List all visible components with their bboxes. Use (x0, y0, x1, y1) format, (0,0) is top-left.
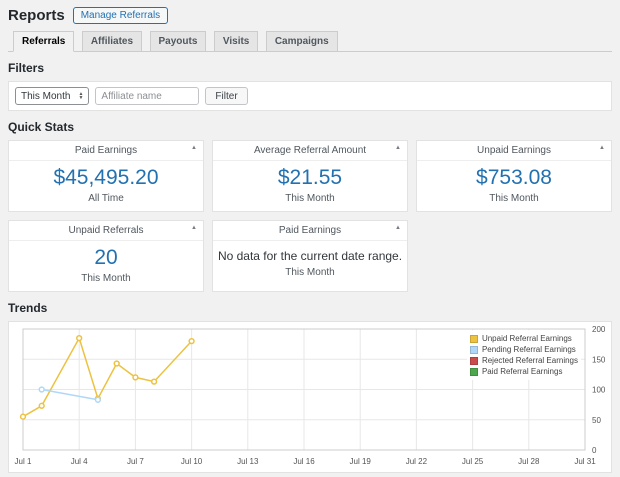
tab-referrals[interactable]: Referrals (13, 31, 74, 52)
svg-text:Jul 28: Jul 28 (518, 457, 540, 466)
stat-card-title: Unpaid Earnings (477, 145, 551, 156)
page-title: Reports (8, 7, 65, 24)
svg-text:Jul 16: Jul 16 (293, 457, 315, 466)
legend-item-rejected: Rejected Referral Earnings (470, 356, 578, 365)
svg-text:Jul 19: Jul 19 (350, 457, 372, 466)
report-tabs: Referrals Affiliates Payouts Visits Camp… (8, 31, 612, 52)
legend-swatch-rejected-icon (470, 357, 478, 365)
svg-text:200: 200 (592, 325, 606, 334)
tab-visits[interactable]: Visits (214, 31, 259, 52)
stat-card-title: Average Referral Amount (254, 145, 366, 156)
stat-card-title: Unpaid Referrals (68, 225, 143, 236)
stat-value: $45,495.20 (13, 166, 199, 190)
collapse-toggle-icon[interactable]: ▲ (191, 145, 197, 151)
collapse-toggle-icon[interactable]: ▲ (395, 145, 401, 151)
svg-text:Jul 13: Jul 13 (237, 457, 259, 466)
svg-text:Jul 25: Jul 25 (462, 457, 484, 466)
tab-campaigns[interactable]: Campaigns (266, 31, 338, 52)
legend-item-pending: Pending Referral Earnings (470, 345, 578, 354)
svg-text:50: 50 (592, 416, 601, 425)
stat-period: All Time (13, 193, 199, 204)
collapse-toggle-icon[interactable]: ▲ (395, 225, 401, 231)
legend-label: Unpaid Referral Earnings (482, 334, 572, 343)
quick-stats-row-2: Unpaid Referrals ▲ 20 This Month Paid Ea… (8, 220, 612, 292)
svg-text:Jul 1: Jul 1 (15, 457, 32, 466)
svg-text:Jul 31: Jul 31 (574, 457, 596, 466)
quick-stats-heading: Quick Stats (8, 120, 612, 134)
stat-value: $753.08 (421, 166, 607, 190)
filters-panel: This Month ▲▼ Filter (8, 81, 612, 111)
legend-swatch-paid-icon (470, 368, 478, 376)
collapse-toggle-icon[interactable]: ▲ (599, 145, 605, 151)
page-header: Reports Manage Referrals (8, 5, 612, 31)
filters-heading: Filters (8, 61, 612, 75)
stat-card-title: Paid Earnings (75, 145, 137, 156)
legend-label: Pending Referral Earnings (482, 345, 576, 354)
stat-card-paid-earnings-all-time: Paid Earnings ▲ $45,495.20 All Time (8, 140, 204, 212)
chart-legend: Unpaid Referral Earnings Pending Referra… (467, 330, 581, 380)
stat-period: This Month (217, 267, 403, 278)
quick-stats-row-1: Paid Earnings ▲ $45,495.20 All Time Aver… (8, 140, 612, 212)
filter-button[interactable]: Filter (205, 87, 247, 105)
tab-payouts[interactable]: Payouts (150, 31, 207, 52)
legend-swatch-pending-icon (470, 346, 478, 354)
stat-no-data-message: No data for the current date range. (217, 246, 403, 264)
collapse-toggle-icon[interactable]: ▲ (191, 225, 197, 231)
stat-period: This Month (13, 273, 199, 284)
stat-card-average-referral-amount: Average Referral Amount ▲ $21.55 This Mo… (212, 140, 408, 212)
affiliate-name-input[interactable] (95, 87, 199, 105)
svg-text:Jul 22: Jul 22 (406, 457, 428, 466)
legend-swatch-unpaid-icon (470, 335, 478, 343)
legend-item-unpaid: Unpaid Referral Earnings (470, 334, 578, 343)
svg-text:150: 150 (592, 356, 606, 365)
legend-item-paid: Paid Referral Earnings (470, 367, 578, 376)
stat-value: $21.55 (217, 166, 403, 190)
stat-value: 20 (13, 246, 199, 270)
date-range-select[interactable]: This Month ▲▼ (15, 87, 89, 105)
select-arrows-icon: ▲▼ (78, 92, 83, 101)
stat-period: This Month (421, 193, 607, 204)
stat-period: This Month (217, 193, 403, 204)
stat-card-unpaid-referrals: Unpaid Referrals ▲ 20 This Month (8, 220, 204, 292)
date-range-selected-value: This Month (21, 91, 70, 102)
stat-card-title: Paid Earnings (279, 225, 341, 236)
stat-card-unpaid-earnings: Unpaid Earnings ▲ $753.08 This Month (416, 140, 612, 212)
trends-chart: Jul 1 Jul 4 Jul 7 Jul 10 Jul 13 Jul 16 Jul 19 J… (8, 321, 612, 473)
svg-text:Jul 10: Jul 10 (181, 457, 203, 466)
reports-page: Reports Manage Referrals Referrals Affil… (0, 0, 620, 473)
svg-text:Jul 7: Jul 7 (127, 457, 144, 466)
tab-affiliates[interactable]: Affiliates (82, 31, 142, 52)
legend-label: Paid Referral Earnings (482, 367, 562, 376)
svg-text:100: 100 (592, 386, 606, 395)
legend-label: Rejected Referral Earnings (482, 356, 578, 365)
manage-referrals-button[interactable]: Manage Referrals (73, 7, 168, 24)
svg-text:Jul 4: Jul 4 (71, 457, 88, 466)
trends-heading: Trends (8, 301, 612, 315)
stat-card-paid-earnings-month: Paid Earnings ▲ No data for the current … (212, 220, 408, 292)
